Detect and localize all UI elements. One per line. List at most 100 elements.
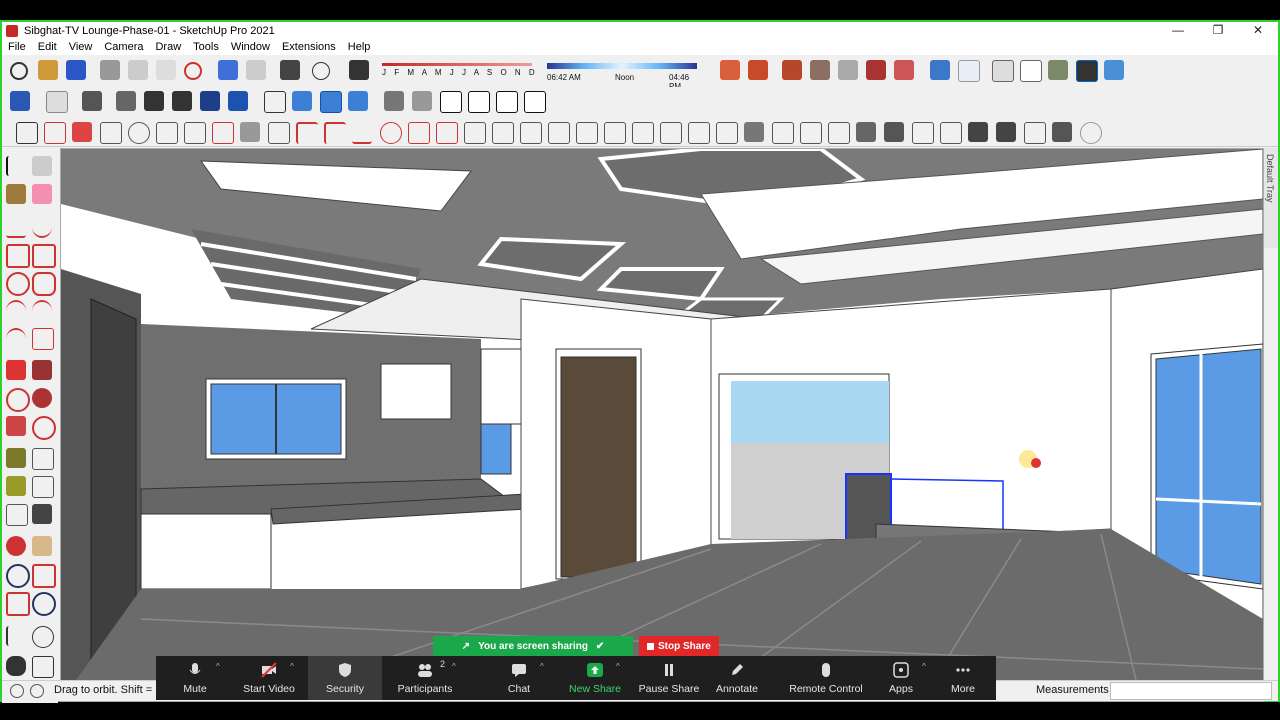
front-view-icon[interactable] [348,91,368,111]
walk-tool-icon[interactable] [6,656,26,676]
default-tray-tab[interactable]: Default Tray [1264,148,1278,248]
ext-tool-17-icon[interactable] [464,122,486,144]
model-info-icon[interactable] [312,62,330,80]
paste-icon[interactable] [156,60,176,80]
ext-tool-15-icon[interactable] [408,122,430,144]
ext-tool-21-icon[interactable] [576,122,598,144]
menu-camera[interactable]: Camera [98,41,149,53]
xray-icon[interactable] [930,60,950,80]
move-tool-icon[interactable] [6,360,26,380]
ext-tool-25-icon[interactable] [688,122,710,144]
new-share-button[interactable]: ^ New Share [558,656,632,700]
open-folder-icon[interactable] [38,60,58,80]
ext-tool-4-icon[interactable] [100,122,122,144]
freehand-icon[interactable] [32,216,52,238]
shadow-settings[interactable]: J F M A M J J A S O N D 06:42 AM Noon 04… [377,61,702,91]
shaded-icon[interactable] [1048,60,1068,80]
stop-share-button[interactable]: Stop Share [639,636,719,656]
ext-tool-10-icon[interactable] [268,122,290,144]
ext-tool-9-icon[interactable] [240,122,260,142]
house-icon[interactable] [440,91,462,113]
shaded-textures-icon[interactable] [1076,60,1098,82]
ext-tool-22-icon[interactable] [604,122,626,144]
3d-text-icon[interactable] [32,504,52,524]
pie-icon[interactable] [32,328,54,350]
ext-tool-14-icon[interactable] [380,122,402,144]
chevron-up-icon[interactable]: ^ [540,662,544,671]
ext-tool-3-icon[interactable] [72,122,92,142]
group-icon[interactable] [116,91,136,111]
restore-button[interactable]: ❐ [1198,22,1238,39]
menu-file[interactable]: File [2,41,32,53]
back-view-icon[interactable] [412,91,432,111]
top-view-icon[interactable] [320,91,342,113]
smoove-icon[interactable] [810,60,830,80]
walk-icon[interactable] [46,91,68,113]
measurements-input[interactable] [1110,682,1272,700]
close-button[interactable]: ✕ [1238,22,1278,39]
chevron-up-icon[interactable]: ^ [290,662,294,671]
erase-icon[interactable] [184,62,202,80]
orbit-icon[interactable] [6,536,26,556]
orbit-view-icon[interactable] [10,91,30,111]
protractor-icon[interactable] [6,476,26,496]
scale-tool-icon[interactable] [6,416,26,436]
chevron-up-icon[interactable]: ^ [452,662,456,671]
drape-icon[interactable] [866,60,886,80]
ext-tool-35-icon[interactable] [968,122,988,142]
ext-tool-6-icon[interactable] [156,122,178,144]
redo-icon[interactable] [246,60,266,80]
ext-tool-29-icon[interactable] [800,122,822,144]
paint-bucket-icon[interactable] [6,184,26,204]
dimension-icon[interactable] [32,448,54,470]
text-tool-icon[interactable] [32,476,54,498]
new-file-icon[interactable] [10,62,28,80]
instructor-info-icon[interactable] [30,684,44,698]
pan-icon[interactable] [32,536,52,556]
arc-icon[interactable] [6,300,26,322]
sandbox-icon[interactable] [720,60,740,80]
ext-tool-27-icon[interactable] [744,122,764,142]
time-slider[interactable] [547,63,697,69]
component-icon[interactable] [82,91,102,111]
ext-tool-26-icon[interactable] [716,122,738,144]
outer-shell-icon[interactable] [172,91,192,111]
model-viewport[interactable] [60,148,1264,702]
participants-button[interactable]: 2 ^ Participants [388,656,462,700]
menu-tools[interactable]: Tools [187,41,225,53]
minimize-button[interactable]: — [1158,22,1198,39]
ext-tool-12-icon[interactable] [324,122,346,144]
ext-tool-30-icon[interactable] [828,122,850,144]
ext-tool-24-icon[interactable] [660,122,682,144]
wireframe-icon[interactable] [992,60,1014,82]
menu-view[interactable]: View [63,41,99,53]
ext-tool-1-icon[interactable] [16,122,38,144]
remote-control-button[interactable]: Remote Control [778,656,874,700]
union-icon[interactable] [228,91,248,111]
pause-share-button[interactable]: Pause Share [632,656,706,700]
ext-tool-16-icon[interactable] [436,122,458,144]
back-edges-icon[interactable] [958,60,980,82]
axes-icon[interactable] [264,91,286,113]
ext-tool-8-icon[interactable] [212,122,234,144]
zoom-icon[interactable] [6,564,30,588]
tape-measure-icon[interactable] [6,448,26,468]
ext-tool-19-icon[interactable] [520,122,542,144]
two-point-arc-icon[interactable] [32,300,52,322]
from-contours-icon[interactable] [782,60,802,80]
right-view-icon[interactable] [384,91,404,111]
geo-location-icon[interactable] [10,684,24,698]
three-point-arc-icon[interactable] [6,328,26,350]
month-slider[interactable] [382,63,532,66]
menu-edit[interactable]: Edit [32,41,63,53]
annotate-button[interactable]: Annotate [700,656,774,700]
ext-tool-36-icon[interactable] [996,122,1016,142]
push-pull-icon[interactable] [32,360,52,380]
stamp-icon[interactable] [838,60,858,80]
ext-tool-13-icon[interactable] [352,122,372,144]
solid-tools-icon[interactable] [144,91,164,111]
mute-button[interactable]: ^ Mute [158,656,232,700]
cut-icon[interactable] [100,60,120,80]
ext-tool-11-icon[interactable] [296,122,318,144]
extension-warehouse-icon[interactable] [524,91,546,113]
